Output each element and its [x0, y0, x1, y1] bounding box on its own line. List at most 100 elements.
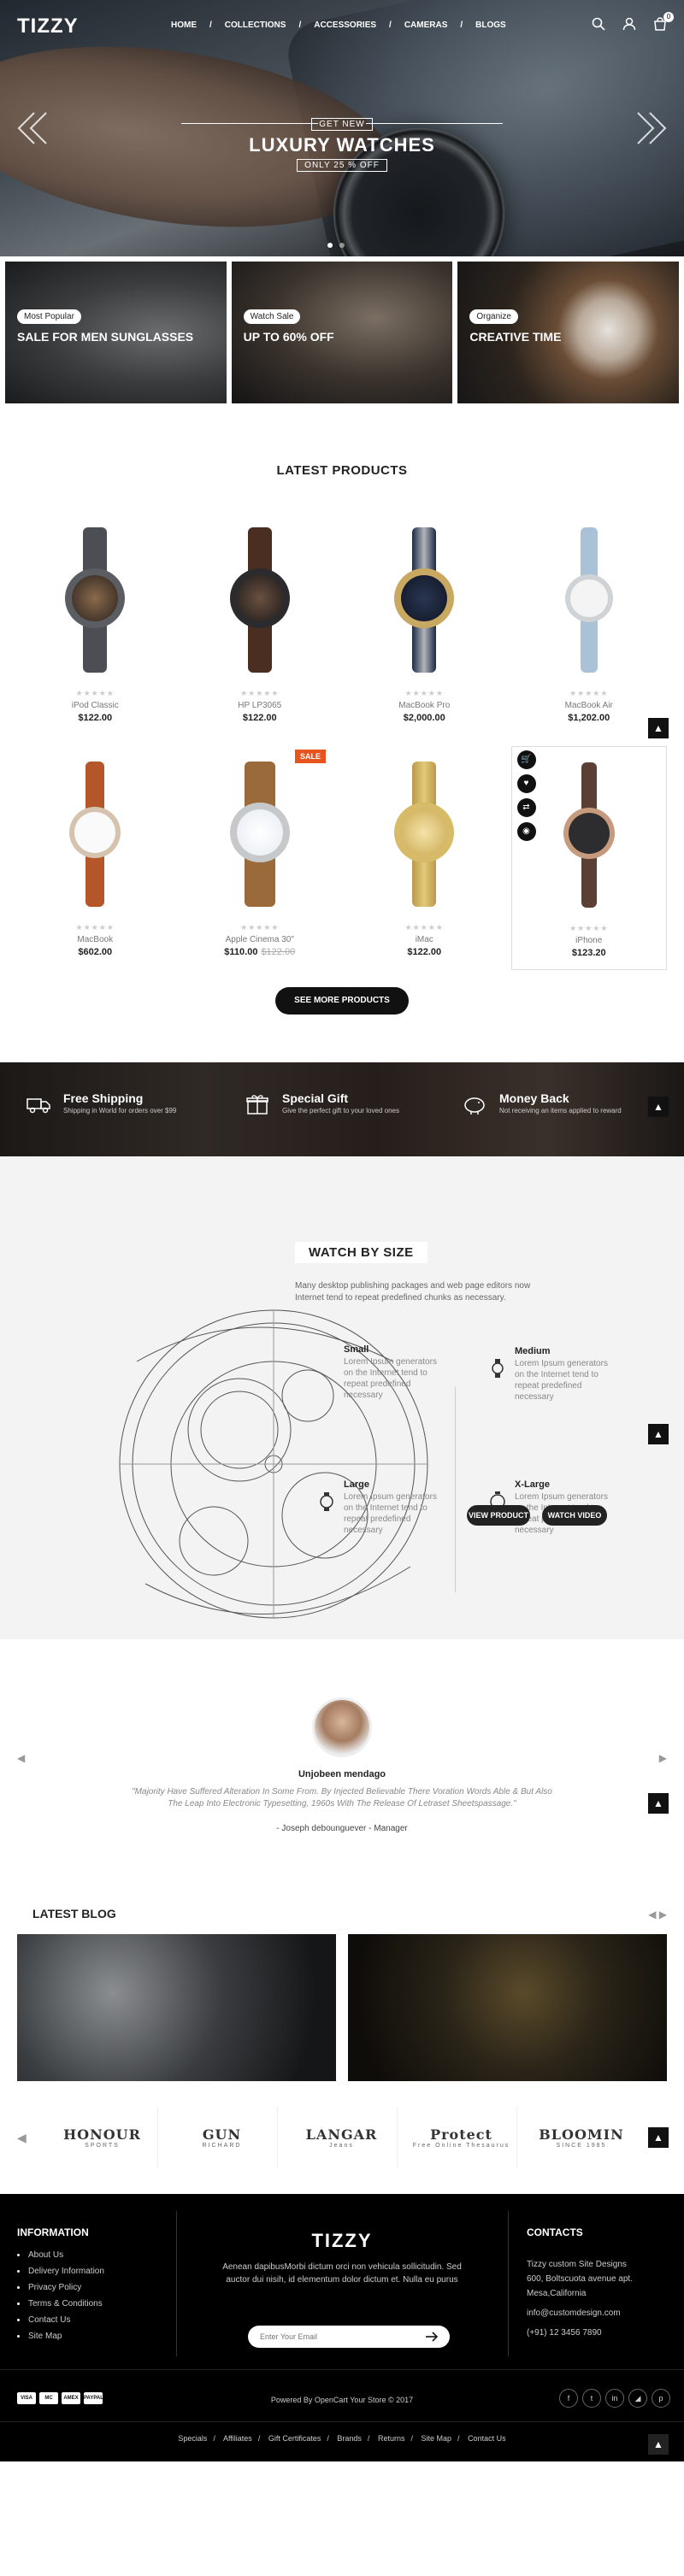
product-image[interactable] — [346, 512, 503, 687]
feature-free-shipping: Free Shipping Shipping in World for order… — [26, 1091, 176, 1117]
blog-next-icon[interactable]: ▶ — [659, 1908, 667, 1920]
product-card[interactable]: ★★★★★ MacBook Pro $2,000.00 — [346, 512, 503, 736]
brand-logo[interactable]: BLOOMIN SINCE 1985 — [526, 2107, 637, 2168]
scroll-top-button[interactable]: ▲ — [648, 1424, 669, 1444]
blog-post-image[interactable] — [17, 1934, 336, 2081]
testimonial-prev-icon[interactable]: ◀ — [17, 1752, 25, 1764]
pinterest-icon[interactable]: p — [652, 2389, 670, 2408]
wishlist-heart-icon[interactable]: ♥ — [516, 774, 536, 793]
product-card[interactable]: ★★★★★ iPod Classic $122.00 — [17, 512, 174, 736]
product-name[interactable]: MacBook Air — [511, 701, 668, 710]
site-logo[interactable]: TIZZY — [17, 15, 79, 38]
product-price: $122.00 — [407, 947, 442, 957]
footer-bottom-link[interactable]: Specials — [178, 2434, 207, 2443]
promo-banner[interactable]: Organize CREATIVE TIME — [457, 262, 680, 403]
footer-link[interactable]: Site Map — [17, 2332, 104, 2341]
footer-bottom-link[interactable]: Affiliates — [223, 2434, 252, 2443]
product-card[interactable]: SALE ★★★★★ Apple Cinema 30" $110.00 $122.… — [182, 746, 339, 970]
product-name[interactable]: iMac — [346, 935, 503, 944]
product-card[interactable]: ★★★★★ MacBook $602.00 — [17, 746, 174, 970]
product-image[interactable] — [511, 512, 668, 687]
see-more-products-button[interactable]: SEE MORE PRODUCTS — [275, 987, 409, 1015]
footer-bottom-link[interactable]: Gift Certificates — [268, 2434, 321, 2443]
blog-prev-icon[interactable]: ◀ — [648, 1908, 656, 1920]
newsletter-email-input[interactable] — [248, 2326, 450, 2348]
nav-collections[interactable]: COLLECTIONS — [225, 21, 286, 30]
product-image[interactable] — [17, 512, 174, 687]
product-image[interactable] — [182, 746, 339, 921]
quick-view-eye-icon[interactable]: ◉ — [516, 822, 536, 841]
view-product-button[interactable]: VIEW PRODUCT — [467, 1505, 530, 1526]
product-card[interactable]: 🛒 ♥ ⇄ ◉ ★★★★★ iPhone $123.20 — [510, 746, 667, 970]
testimonial-quote: "Majority Have Suffered Alteration In So… — [132, 1787, 552, 1808]
footer: INFORMATION About Us Delivery Informatio… — [0, 2194, 684, 2461]
scroll-top-button[interactable]: ▲ — [648, 2434, 669, 2455]
nav-cameras[interactable]: CAMERAS — [404, 21, 448, 30]
product-name[interactable]: iPod Classic — [17, 701, 174, 710]
promo-banner[interactable]: Most Popular SALE FOR MEN SUNGLASSES — [5, 262, 227, 403]
footer-bottom-link[interactable]: Brands — [337, 2434, 362, 2443]
footer-link[interactable]: Contact Us — [17, 2315, 104, 2325]
brand-logo[interactable]: HONOUR SPORTS — [47, 2107, 158, 2168]
product-image[interactable] — [182, 512, 339, 687]
scroll-top-button[interactable]: ▲ — [648, 718, 669, 738]
hero-title: LUXURY WATCHES — [249, 134, 435, 156]
blog-post-image[interactable] — [348, 1934, 667, 2081]
product-card[interactable]: ★★★★★ HP LP3065 $122.00 — [182, 512, 339, 736]
footer-link[interactable]: Terms & Conditions — [17, 2299, 104, 2308]
product-name[interactable]: HP LP3065 — [182, 701, 339, 710]
compare-icon[interactable]: ⇄ — [516, 798, 536, 817]
size-large[interactable]: Large Lorem Ipsum generators on the Inte… — [320, 1479, 446, 1536]
feature-text: Not receiving an items applied to reward — [499, 1107, 622, 1115]
scroll-top-button[interactable]: ▲ — [648, 1793, 669, 1814]
product-price: $122.00 — [242, 713, 277, 723]
footer-bottom-link[interactable]: Site Map — [422, 2434, 452, 2443]
size-medium[interactable]: Medium Lorem Ipsum generators on the Int… — [492, 1346, 617, 1403]
rss-icon[interactable]: ◢ — [628, 2389, 647, 2408]
footer-link[interactable]: Privacy Policy — [17, 2283, 104, 2292]
slider-dot[interactable] — [327, 243, 333, 248]
contact-email[interactable]: info@customdesign.com — [527, 2306, 633, 2320]
size-small[interactable]: Small Lorem Ipsum generators on the Inte… — [344, 1344, 446, 1401]
promo-banners: Most Popular SALE FOR MEN SUNGLASSES Wat… — [0, 256, 684, 409]
product-image[interactable] — [346, 746, 503, 921]
cart-icon[interactable]: 🛒 — [516, 750, 536, 769]
product-name[interactable]: MacBook — [17, 935, 174, 944]
latest-products-title: LATEST PRODUCTS — [276, 463, 408, 478]
brand-prev-icon[interactable]: ◀ — [17, 2131, 27, 2145]
scroll-top-button[interactable]: ▲ — [648, 1097, 669, 1117]
footer-link[interactable]: Delivery Information — [17, 2267, 104, 2276]
user-icon[interactable] — [622, 17, 638, 32]
product-image[interactable] — [17, 746, 174, 921]
product-name[interactable]: iPhone — [512, 936, 667, 945]
brand-logo[interactable]: LANGAR Jeans — [286, 2107, 398, 2168]
contact-line: Mesa,California — [527, 2289, 587, 2298]
nav-home[interactable]: HOME — [171, 21, 197, 30]
hero-caption: GET NEW LUXURY WATCHES ONLY 25 % OFF — [0, 115, 684, 172]
footer-bottom-link[interactable]: Returns — [378, 2434, 405, 2443]
twitter-icon[interactable]: t — [582, 2389, 601, 2408]
brand-logo[interactable]: Protect Free Online Thesaurus — [406, 2107, 517, 2168]
sale-badge: SALE — [294, 750, 326, 763]
watch-video-button[interactable]: WATCH VIDEO — [542, 1505, 607, 1526]
footer-contact-details: Tizzy custom Site Designs 600, Boltscuot… — [527, 2257, 633, 2345]
linkedin-icon[interactable]: in — [605, 2389, 624, 2408]
footer-contacts: CONTACTS — [527, 2226, 583, 2238]
promo-banner[interactable]: Watch Sale UP TO 60% OFF — [231, 262, 453, 403]
product-card[interactable]: ★★★★★ iMac $122.00 — [346, 746, 503, 970]
product-card[interactable]: ★★★★★ MacBook Air $1,202.00 — [511, 512, 668, 736]
slider-dot[interactable] — [339, 243, 345, 248]
facebook-icon[interactable]: f — [559, 2389, 578, 2408]
nav-accessories[interactable]: ACCESSORIES — [314, 21, 376, 30]
footer-bottom-link[interactable]: Contact Us — [468, 2434, 506, 2443]
brand-logo[interactable]: GUN RICHARD — [167, 2107, 278, 2168]
nav-blogs[interactable]: BLOGS — [475, 21, 506, 30]
search-icon[interactable] — [592, 17, 607, 32]
footer-bottom-links: Specials / Affiliates / Gift Certificates /… — [178, 2434, 506, 2443]
product-name[interactable]: Apple Cinema 30" — [182, 935, 339, 944]
scroll-top-button[interactable]: ▲ — [648, 2127, 669, 2148]
testimonial-next-icon[interactable]: ▶ — [659, 1752, 667, 1764]
cart-icon[interactable]: 0 — [653, 12, 674, 32]
send-arrow-icon[interactable] — [425, 2331, 439, 2343]
product-name[interactable]: MacBook Pro — [346, 701, 503, 710]
